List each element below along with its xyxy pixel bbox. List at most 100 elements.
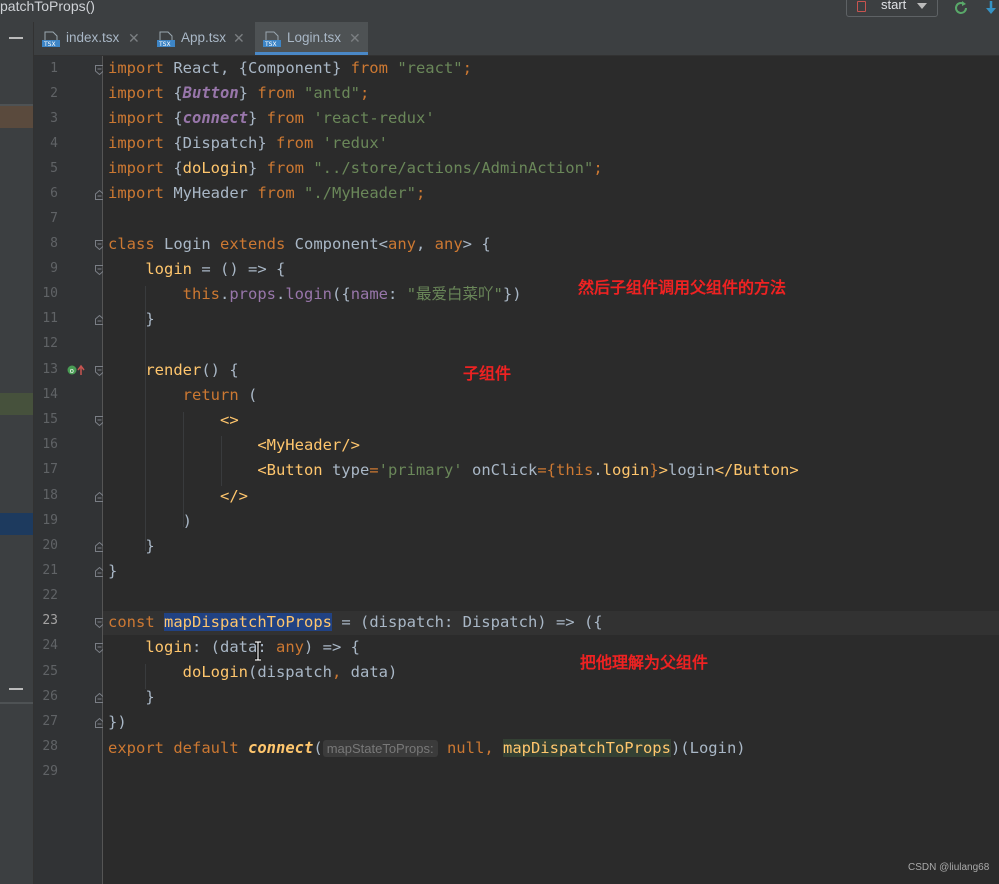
code-token: }	[248, 159, 267, 177]
code-token: 'redux'	[322, 134, 388, 152]
tab-index-tsx[interactable]: TSX index.tsx ✕	[34, 22, 147, 55]
code-token: <Button	[257, 461, 332, 479]
code-token: render	[145, 361, 202, 379]
code-token: })	[108, 713, 127, 731]
strip-divider	[0, 702, 33, 704]
code-token: import	[108, 84, 164, 102]
code-token: import	[108, 134, 164, 152]
code-token: connect	[182, 109, 248, 127]
svg-text:o: o	[70, 367, 74, 375]
code-token: :	[388, 285, 407, 303]
implemented-method-icon[interactable]: o	[67, 364, 87, 376]
close-icon[interactable]: ✕	[233, 30, 245, 47]
code-token: ;	[462, 59, 472, 77]
tab-app-tsx[interactable]: TSX App.tsx ✕	[149, 22, 254, 55]
code-token: >	[658, 461, 669, 479]
code-token: default	[173, 739, 239, 757]
close-icon[interactable]: ✕	[128, 30, 140, 47]
code-editor[interactable]: import React, {Component} from "react"; …	[103, 56, 999, 884]
code-token: = (dispatch: Dispatch) => ({	[332, 613, 603, 631]
code-token: props	[229, 285, 276, 303]
code-token: 'primary'	[378, 461, 463, 479]
collapse-icon[interactable]	[9, 37, 23, 39]
code-token: login	[285, 285, 333, 303]
code-token: ;	[360, 84, 370, 102]
code-line-2: import {Button} from "antd";	[108, 81, 369, 106]
collapse-icon[interactable]	[9, 688, 23, 690]
code-token: doLogin	[182, 159, 248, 177]
code-token: }	[145, 688, 155, 706]
line-number: 15	[42, 412, 58, 427]
code-line-10: this.props.login({name: "最爱白菜吖"})	[108, 282, 522, 307]
code-token: 'react-redux'	[313, 109, 435, 127]
code-line-15: <>	[108, 408, 239, 433]
svg-text:TSX: TSX	[264, 41, 277, 47]
line-number: 29	[42, 764, 58, 779]
annotation-child-component: 子组件	[463, 364, 512, 383]
line-number: 27	[42, 714, 58, 729]
tab-label: index.tsx	[66, 30, 120, 45]
line-number: 18	[42, 488, 58, 503]
code-token: )(Login)	[670, 739, 746, 757]
code-token: {Dispatch}	[164, 134, 276, 152]
code-token: MyHeader	[164, 184, 258, 202]
code-token: "antd"	[304, 84, 361, 102]
code-token: class	[108, 235, 155, 253]
tab-login-tsx[interactable]: TSX Login.tsx ✕	[255, 22, 368, 55]
code-line-11: }	[108, 307, 154, 332]
line-number: 19	[42, 513, 58, 528]
code-token: import	[108, 109, 164, 127]
tsx-file-icon: TSX	[157, 31, 175, 47]
line-number: 24	[42, 638, 58, 653]
code-token: }	[248, 109, 267, 127]
title-bar: patchToProps() start	[0, 0, 999, 22]
strip-marker	[0, 393, 33, 415]
code-token: {	[164, 159, 183, 177]
code-token: =	[369, 461, 379, 479]
line-number: 16	[42, 437, 58, 452]
code-token: }	[649, 461, 659, 479]
line-number: 10	[42, 286, 58, 301]
breadcrumb[interactable]: patchToProps()	[0, 0, 95, 14]
code-token: <>	[219, 411, 239, 429]
code-token: from	[266, 109, 304, 127]
code-token: ,	[415, 235, 435, 253]
code-token: Button	[182, 84, 239, 102]
selected-identifier[interactable]: mapDispatchToProps	[164, 613, 332, 631]
code-token: "../store/actions/AdminAction"	[313, 159, 594, 177]
code-line-16: <MyHeader/>	[108, 433, 360, 458]
run-configuration-dropdown[interactable]: start	[846, 0, 938, 17]
code-token: type	[331, 461, 370, 479]
code-line-28: export default connect(mapStateToProps: …	[108, 736, 746, 761]
code-token: })	[502, 285, 522, 303]
line-number: 26	[42, 689, 58, 704]
code-token: import	[108, 184, 164, 202]
editor-gutter: 1 2 3 4 5 6 7 8 9 10 11 12 13 14 15 16 1…	[34, 56, 133, 884]
code-line-1: import React, {Component} from "react";	[108, 56, 472, 81]
vcs-update-icon[interactable]	[984, 0, 998, 16]
line-number: 20	[42, 538, 58, 553]
code-line-9: login = () => {	[108, 257, 285, 282]
tab-label: App.tsx	[181, 30, 227, 45]
tab-label: Login.tsx	[287, 30, 342, 45]
close-icon[interactable]: ✕	[349, 30, 361, 47]
rerun-icon[interactable]	[953, 0, 969, 16]
code-token: "./MyHeader"	[304, 184, 416, 202]
code-line-24: login: (data: any) => {	[108, 635, 360, 660]
code-token: from	[257, 184, 295, 202]
reference-highlight[interactable]: mapDispatchToProps	[502, 739, 671, 757]
code-token: this	[555, 461, 594, 479]
code-token: login	[668, 461, 715, 479]
line-number: 22	[42, 588, 58, 603]
code-token: return	[182, 386, 239, 404]
code-token: )	[182, 512, 192, 530]
code-token: }	[238, 84, 258, 102]
